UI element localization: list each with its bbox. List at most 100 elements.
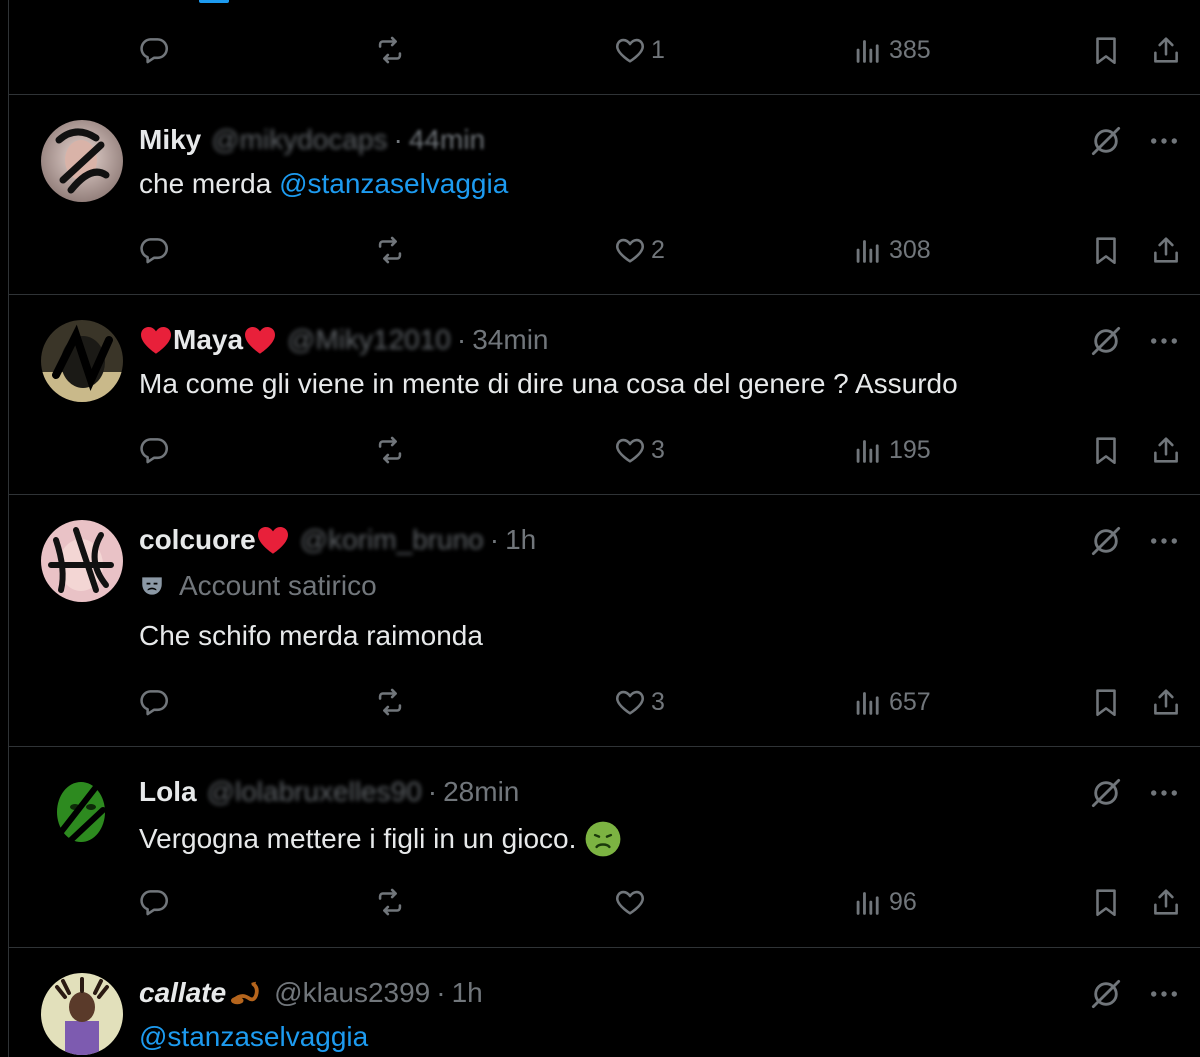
avatar[interactable] <box>41 973 123 1055</box>
bookmark-button[interactable] <box>1089 682 1123 722</box>
views-icon <box>856 440 879 463</box>
previous-tweet-link-fragment[interactable] <box>199 0 229 3</box>
mention-link[interactable]: @stanzaselvaggia <box>279 168 508 199</box>
share-button[interactable] <box>1149 682 1183 722</box>
grok-icon[interactable] <box>1087 322 1125 360</box>
heart-icon <box>616 438 644 463</box>
share-button[interactable] <box>1149 430 1183 470</box>
views-icon <box>856 40 879 63</box>
reply-button[interactable] <box>137 682 171 722</box>
like-count: 3 <box>651 435 665 464</box>
tweet-action-bar: 3 195 <box>9 430 1200 470</box>
view-count: 308 <box>889 235 931 264</box>
timestamp[interactable]: 1h <box>505 524 536 556</box>
like-button[interactable]: 3 <box>613 682 665 722</box>
satirical-account-text: Account satirico <box>179 570 377 601</box>
more-options-icon[interactable] <box>1145 975 1183 1013</box>
grok-icon[interactable] <box>1087 774 1125 812</box>
share-button[interactable] <box>1149 230 1183 270</box>
tweet-divider <box>9 294 1200 295</box>
retweet-button[interactable] <box>373 230 407 270</box>
separator-dot: · <box>456 324 467 355</box>
red-heart-emoji-icon <box>141 327 171 354</box>
tweet-action-bar: 96 <box>9 882 1200 922</box>
share-button[interactable] <box>1149 882 1183 922</box>
scorpion-emoji-icon <box>231 981 259 1005</box>
theater-mask-icon <box>142 577 162 595</box>
grok-icon[interactable] <box>1087 975 1125 1013</box>
avatar-image <box>41 973 123 1055</box>
retweet-icon <box>378 236 402 264</box>
more-options-icon[interactable] <box>1145 522 1183 560</box>
display-name[interactable]: callate <box>139 977 226 1009</box>
share-button[interactable] <box>1149 30 1183 70</box>
views-icon <box>856 240 879 263</box>
grok-icon[interactable] <box>1087 122 1125 160</box>
retweet-button[interactable] <box>373 882 407 922</box>
username[interactable]: @mikydocaps <box>211 124 387 156</box>
display-name[interactable]: colcuore <box>139 524 256 556</box>
tweet-header: callate @klaus2399 · 1h <box>139 973 483 1013</box>
views-button[interactable]: 195 <box>851 430 931 470</box>
more-options-icon[interactable] <box>1145 774 1183 812</box>
avatar-image <box>41 320 123 402</box>
views-button[interactable]: 657 <box>851 682 931 722</box>
views-button[interactable]: 96 <box>851 882 917 922</box>
avatar[interactable] <box>41 520 123 602</box>
bookmark-button[interactable] <box>1089 882 1123 922</box>
like-button[interactable]: 2 <box>613 230 665 270</box>
more-options-icon[interactable] <box>1145 322 1183 360</box>
display-name[interactable]: Miky <box>139 124 201 156</box>
retweet-button[interactable] <box>373 30 407 70</box>
tweet-action-bar: 2 308 <box>9 230 1200 270</box>
tweet-action-bar: 1 385 <box>9 30 1200 70</box>
username[interactable]: @korim_bruno <box>300 524 484 556</box>
retweet-button[interactable] <box>373 682 407 722</box>
tweet-text-content: Vergogna mettere i figli in un gioco. <box>139 823 577 854</box>
tweet-text-content: che merda <box>139 168 280 199</box>
avatar-image <box>41 120 123 202</box>
avatar[interactable] <box>41 120 123 202</box>
avatar[interactable] <box>41 320 123 402</box>
grok-icon[interactable] <box>1087 522 1125 560</box>
bookmark-button[interactable] <box>1089 230 1123 270</box>
username[interactable]: @Miky12010 <box>287 324 451 356</box>
views-button[interactable]: 385 <box>851 30 931 70</box>
tweet-text: che merda @stanzaselvaggia <box>139 168 508 200</box>
reply-button[interactable] <box>137 30 171 70</box>
mention-link[interactable]: @stanzaselvaggia <box>139 1021 368 1052</box>
like-button[interactable]: 3 <box>613 430 665 470</box>
timestamp[interactable]: 34min <box>472 324 548 356</box>
timeline: 1 385 Miky @mikydocaps · 44min che merda… <box>8 0 1200 1057</box>
bookmark-button[interactable] <box>1089 430 1123 470</box>
retweet-icon <box>378 688 402 716</box>
retweet-button[interactable] <box>373 430 407 470</box>
retweet-icon <box>378 36 402 64</box>
bookmark-icon <box>1096 37 1116 65</box>
like-button[interactable]: 1 <box>613 30 665 70</box>
separator-dot: · <box>489 524 500 555</box>
heart-icon <box>616 890 644 915</box>
reply-button[interactable] <box>137 882 171 922</box>
bookmark-button[interactable] <box>1089 30 1123 70</box>
display-name[interactable]: Maya <box>173 324 243 356</box>
tweet-divider <box>9 94 1200 95</box>
avatar[interactable] <box>41 772 123 854</box>
tweet-divider <box>9 947 1200 948</box>
reply-button[interactable] <box>137 230 171 270</box>
timestamp[interactable]: 44min <box>409 124 485 156</box>
retweet-icon <box>378 436 402 464</box>
username[interactable]: @lolabruxelles90 <box>207 776 422 808</box>
reply-button[interactable] <box>137 430 171 470</box>
tweet-text: Che schifo merda raimonda <box>139 620 483 651</box>
timestamp[interactable]: 1h <box>452 977 483 1009</box>
more-options-icon[interactable] <box>1145 122 1183 160</box>
timestamp[interactable]: 28min <box>443 776 519 808</box>
like-button[interactable] <box>613 882 651 922</box>
views-button[interactable]: 308 <box>851 230 931 270</box>
nauseated-face-emoji-icon <box>585 821 621 857</box>
separator-dot: · <box>427 776 438 807</box>
display-name[interactable]: Lola <box>139 776 197 808</box>
reply-icon <box>140 238 169 264</box>
username[interactable]: @klaus2399 <box>274 977 430 1009</box>
